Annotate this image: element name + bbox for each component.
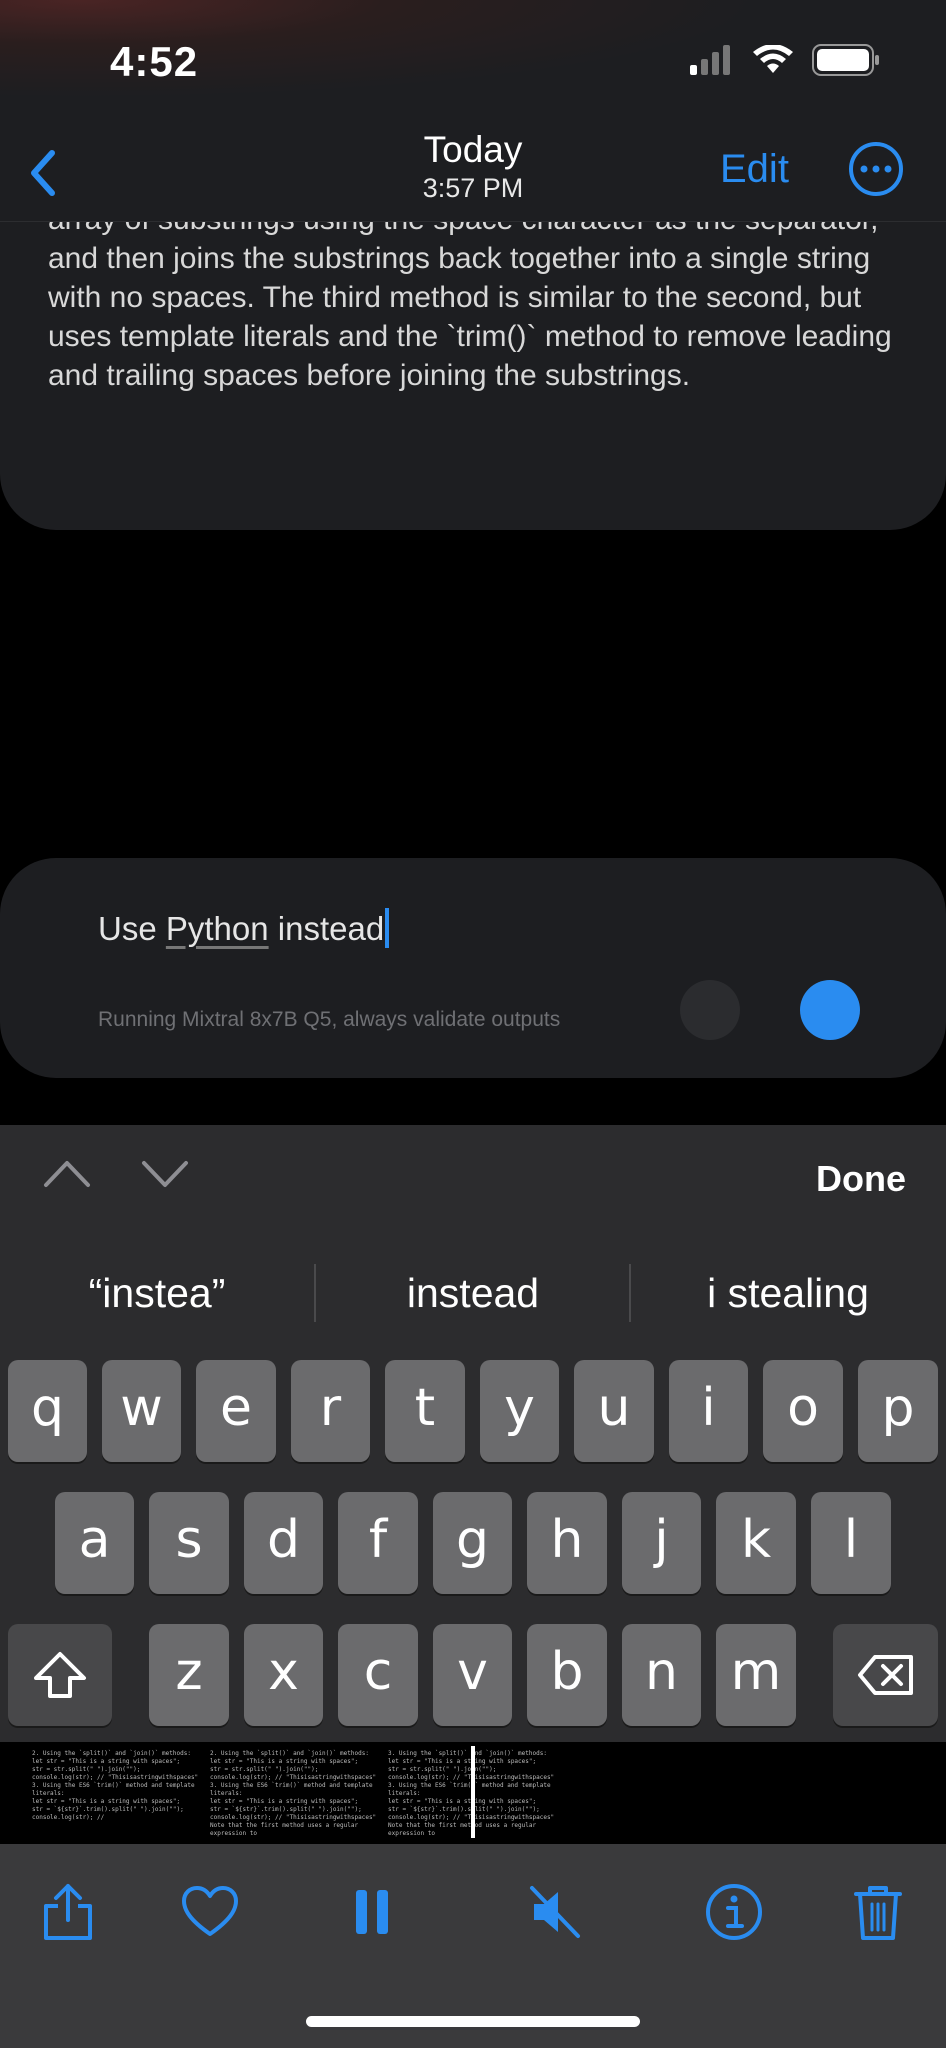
bottom-toolbar bbox=[0, 1844, 946, 2048]
key-c[interactable]: c bbox=[338, 1624, 418, 1726]
secondary-circle-button[interactable] bbox=[680, 980, 740, 1040]
more-icon[interactable] bbox=[848, 141, 904, 197]
key-v[interactable]: v bbox=[433, 1624, 512, 1726]
nav-bar: Today 3:57 PM Edit bbox=[0, 125, 946, 222]
key-p[interactable]: p bbox=[858, 1360, 938, 1462]
key-e[interactable]: e bbox=[196, 1360, 276, 1462]
heart-icon[interactable] bbox=[180, 1882, 240, 1942]
suggestion-item[interactable]: “instea” bbox=[0, 1270, 314, 1317]
suggestion-item[interactable]: instead bbox=[316, 1270, 630, 1317]
key-l[interactable]: l bbox=[811, 1492, 891, 1594]
status-bar: 4:52 bbox=[0, 0, 946, 125]
info-icon[interactable] bbox=[704, 1882, 764, 1942]
battery-icon bbox=[812, 44, 879, 76]
key-u[interactable]: u bbox=[574, 1360, 654, 1462]
signal-icon bbox=[690, 45, 730, 75]
shift-key[interactable] bbox=[8, 1624, 112, 1726]
preview-strip[interactable]: 2. Using the `split()` and `join()` meth… bbox=[0, 1742, 946, 1844]
key-y[interactable]: y bbox=[480, 1360, 559, 1462]
key-a[interactable]: a bbox=[55, 1492, 134, 1594]
share-icon[interactable] bbox=[38, 1882, 98, 1942]
done-button[interactable]: Done bbox=[816, 1158, 906, 1200]
key-q[interactable]: q bbox=[8, 1360, 87, 1462]
keyboard: q w e r t y u i o p a s d f g h j k l z … bbox=[0, 1350, 946, 1742]
preview-thumbnail: 2. Using the `split()` and `join()` meth… bbox=[32, 1750, 199, 1821]
status-time: 4:52 bbox=[110, 38, 199, 85]
keyboard-toolbar: Done bbox=[0, 1125, 946, 1232]
message-text: array of substrings using the space char… bbox=[48, 203, 892, 392]
key-r[interactable]: r bbox=[291, 1360, 370, 1462]
playhead-marker[interactable] bbox=[471, 1746, 475, 1838]
send-button[interactable] bbox=[800, 980, 860, 1040]
prompt-input[interactable]: Use Python instead bbox=[98, 908, 390, 948]
chevron-down-icon[interactable] bbox=[138, 1153, 192, 1193]
key-n[interactable]: n bbox=[622, 1624, 701, 1726]
key-w[interactable]: w bbox=[102, 1360, 181, 1462]
key-f[interactable]: f bbox=[338, 1492, 418, 1594]
shift-icon bbox=[34, 1652, 86, 1698]
key-k[interactable]: k bbox=[716, 1492, 796, 1594]
delete-key[interactable] bbox=[833, 1624, 938, 1726]
suggestions-bar: “instea” instead i stealing bbox=[0, 1232, 946, 1350]
key-g[interactable]: g bbox=[433, 1492, 512, 1594]
pause-icon[interactable] bbox=[342, 1882, 402, 1942]
status-icons bbox=[690, 44, 882, 76]
key-t[interactable]: t bbox=[385, 1360, 465, 1462]
preview-thumbnail: 2. Using the `split()` and `join()` meth… bbox=[210, 1750, 377, 1837]
key-h[interactable]: h bbox=[527, 1492, 607, 1594]
input-prefix: Use bbox=[98, 910, 166, 947]
key-o[interactable]: o bbox=[763, 1360, 843, 1462]
key-i[interactable]: i bbox=[669, 1360, 748, 1462]
suggestion-item[interactable]: i stealing bbox=[631, 1270, 945, 1317]
key-b[interactable]: b bbox=[527, 1624, 607, 1726]
chevron-up-icon[interactable] bbox=[40, 1153, 94, 1193]
nav-subtitle: 3:57 PM bbox=[422, 173, 524, 203]
home-indicator[interactable] bbox=[306, 2016, 640, 2027]
input-suffix: instead bbox=[268, 910, 385, 947]
edit-button[interactable]: Edit bbox=[720, 147, 789, 192]
key-d[interactable]: d bbox=[244, 1492, 323, 1594]
key-z[interactable]: z bbox=[149, 1624, 229, 1726]
input-hint: Running Mixtral 8x7B Q5, always validate… bbox=[98, 1008, 561, 1031]
text-cursor bbox=[385, 908, 390, 948]
trash-icon[interactable] bbox=[848, 1882, 908, 1942]
key-m[interactable]: m bbox=[716, 1624, 796, 1726]
backspace-icon bbox=[857, 1655, 913, 1695]
input-underlined-word: Python bbox=[165, 910, 269, 947]
nav-title: Today bbox=[423, 129, 523, 170]
key-j[interactable]: j bbox=[622, 1492, 701, 1594]
key-x[interactable]: x bbox=[244, 1624, 323, 1726]
wifi-icon bbox=[753, 45, 793, 73]
key-s[interactable]: s bbox=[149, 1492, 229, 1594]
mute-icon[interactable] bbox=[524, 1882, 584, 1942]
prompt-input-card[interactable]: Use Python instead Running Mixtral 8x7B … bbox=[0, 858, 946, 1078]
